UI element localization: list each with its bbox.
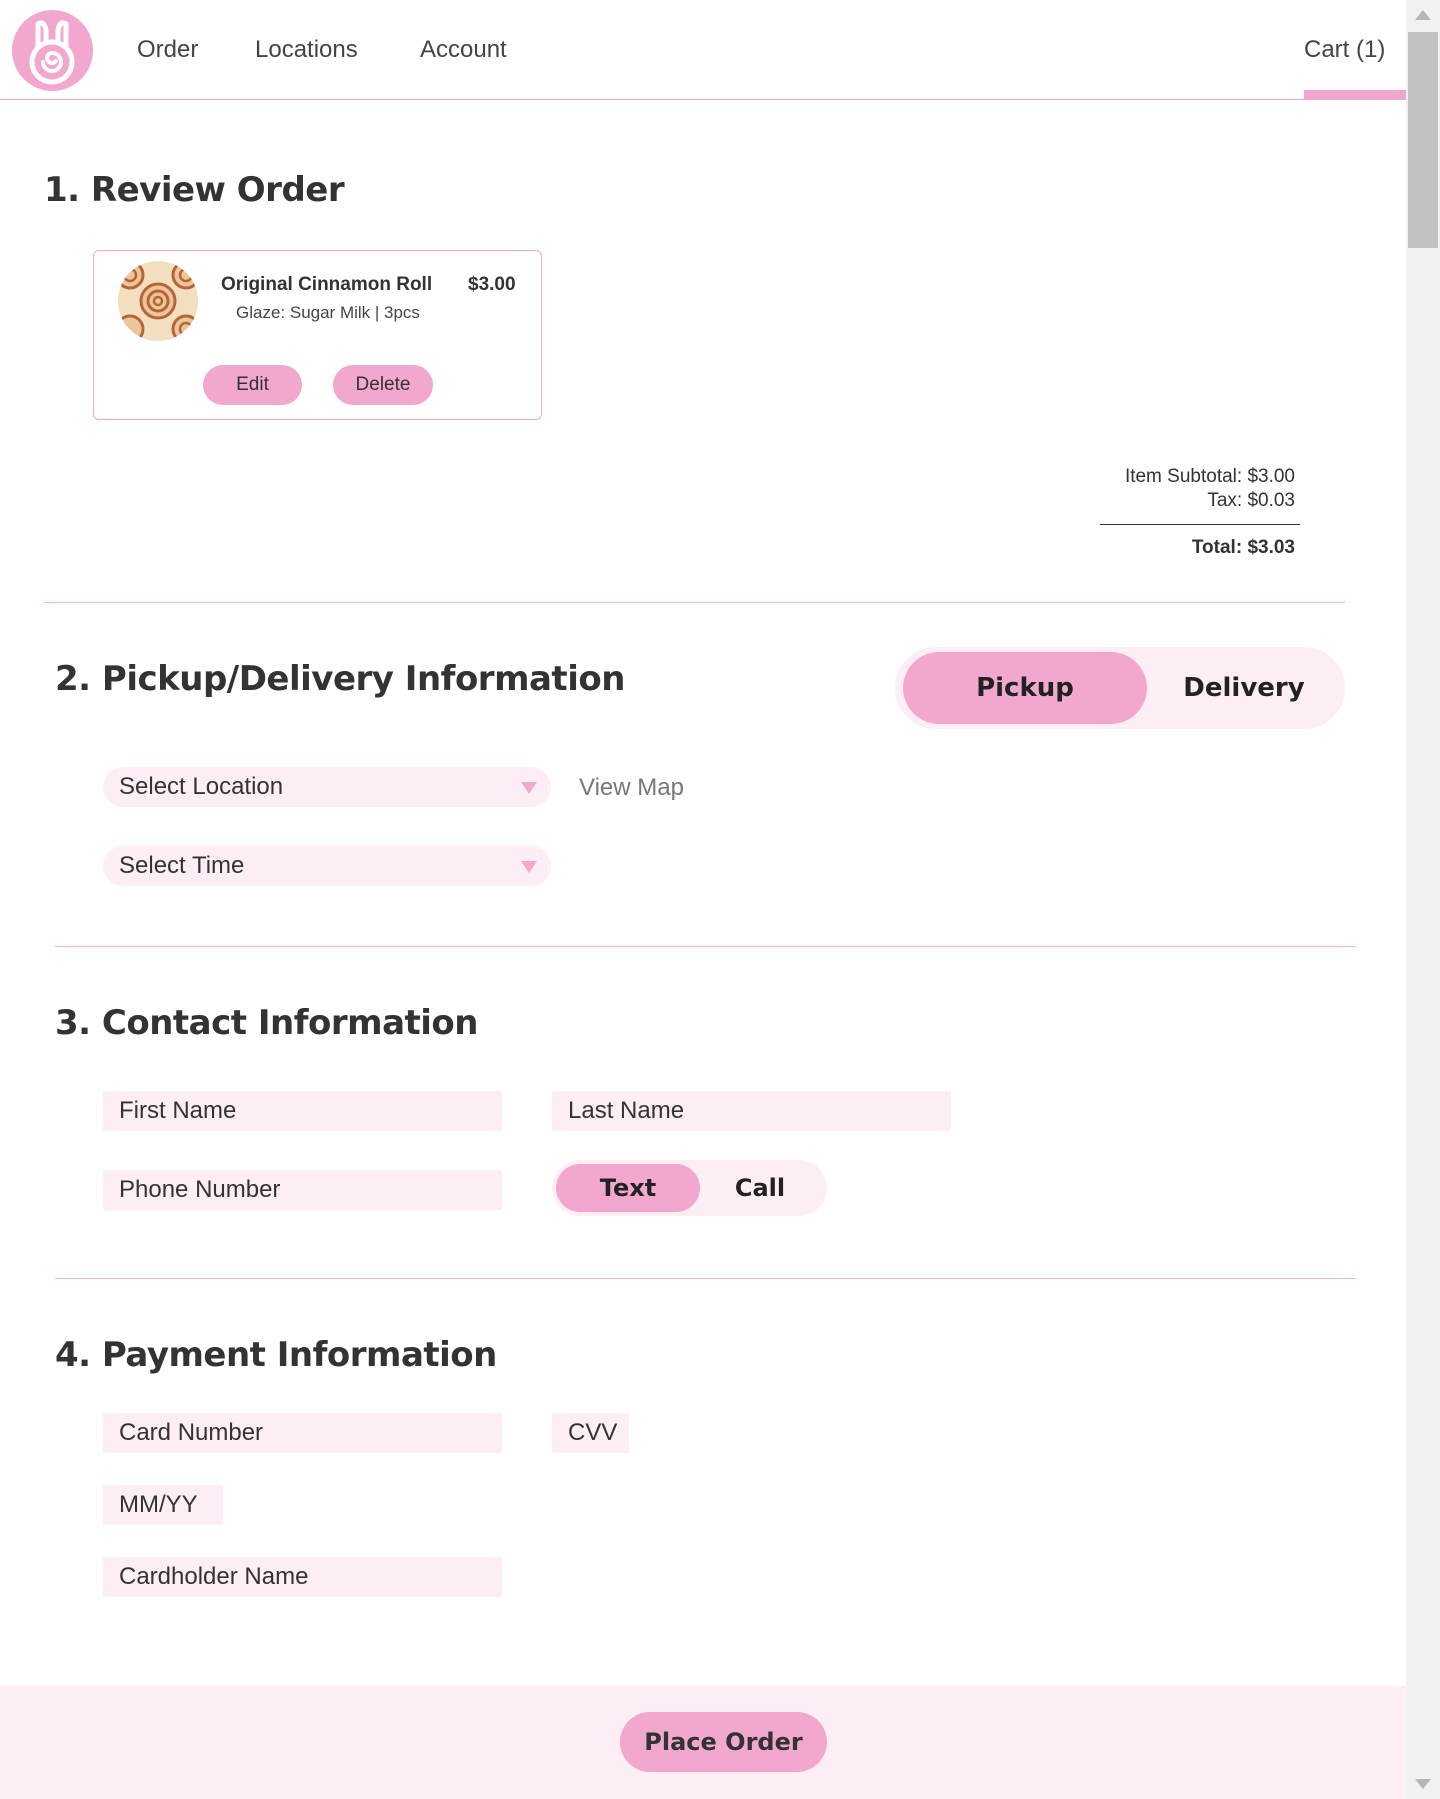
scroll-up-arrow-icon[interactable] — [1415, 10, 1431, 20]
review-order-title: 1. Review Order — [44, 170, 345, 210]
order-totals: Item Subtotal: $3.00 Tax: $0.03 Total: $… — [1080, 466, 1300, 561]
nav-locations-link[interactable]: Locations — [255, 36, 358, 64]
order-item-card: Original Cinnamon Roll Glaze: Sugar Milk… — [93, 250, 542, 420]
contact-info-title: 3. Contact Information — [55, 1003, 478, 1043]
top-nav-bar: Order Locations Account Cart (1) — [0, 0, 1406, 100]
chevron-down-icon — [521, 782, 537, 794]
location-placeholder: Select Location — [119, 773, 284, 800]
pickup-delivery-toggle: Pickup Delivery — [895, 647, 1345, 729]
delivery-option[interactable]: Delivery — [1147, 652, 1341, 724]
last-name-field[interactable]: Last Name — [552, 1091, 951, 1131]
item-name: Original Cinnamon Roll — [221, 274, 433, 295]
pickup-option[interactable]: Pickup — [903, 652, 1147, 724]
checkout-footer: Place Order — [0, 1686, 1406, 1799]
select-location-dropdown[interactable]: Select Location — [103, 767, 551, 807]
bunny-logo-icon[interactable] — [12, 10, 93, 91]
cinnamon-roll-photo-icon — [118, 261, 198, 341]
place-order-button[interactable]: Place Order — [620, 1712, 827, 1772]
payment-info-title: 4. Payment Information — [55, 1335, 497, 1375]
first-name-field[interactable]: First Name — [103, 1091, 502, 1131]
order-total: Total: $3.03 — [1191, 537, 1295, 558]
contact-method-toggle: Text Call — [552, 1160, 827, 1216]
nav-order-link[interactable]: Order — [137, 36, 198, 64]
edit-item-button[interactable]: Edit — [203, 365, 302, 405]
delete-item-button[interactable]: Delete — [333, 365, 433, 405]
view-map-link[interactable]: View Map — [579, 774, 684, 802]
expiry-field[interactable]: MM/YY — [103, 1485, 223, 1525]
tax-amount: Tax: $0.03 — [1207, 490, 1295, 511]
select-time-dropdown[interactable]: Select Time — [103, 846, 551, 886]
phone-number-field[interactable]: Phone Number — [103, 1170, 502, 1210]
section-divider — [55, 946, 1356, 947]
nav-account-link[interactable]: Account — [420, 36, 507, 64]
item-price: $3.00 — [468, 274, 516, 295]
section-divider — [44, 602, 1345, 603]
item-subtotal: Item Subtotal: $3.00 — [1124, 466, 1295, 487]
cart-active-indicator — [1304, 90, 1406, 100]
vertical-scrollbar[interactable] — [1406, 0, 1440, 1799]
scrollbar-thumb[interactable] — [1408, 32, 1438, 248]
pickup-delivery-title: 2. Pickup/Delivery Information — [55, 659, 625, 699]
totals-rule — [1100, 524, 1300, 525]
time-placeholder: Select Time — [119, 852, 245, 879]
text-option[interactable]: Text — [556, 1164, 700, 1212]
cvv-field[interactable]: CVV — [552, 1413, 629, 1453]
call-option[interactable]: Call — [700, 1164, 820, 1212]
cart-link[interactable]: Cart (1) — [1304, 36, 1385, 64]
scroll-down-arrow-icon[interactable] — [1415, 1779, 1431, 1789]
cardholder-name-field[interactable]: Cardholder Name — [103, 1557, 502, 1597]
item-detail: Glaze: Sugar Milk | 3pcs — [236, 303, 420, 322]
section-divider — [55, 1278, 1356, 1279]
card-number-field[interactable]: Card Number — [103, 1413, 502, 1453]
chevron-down-icon — [521, 861, 537, 873]
